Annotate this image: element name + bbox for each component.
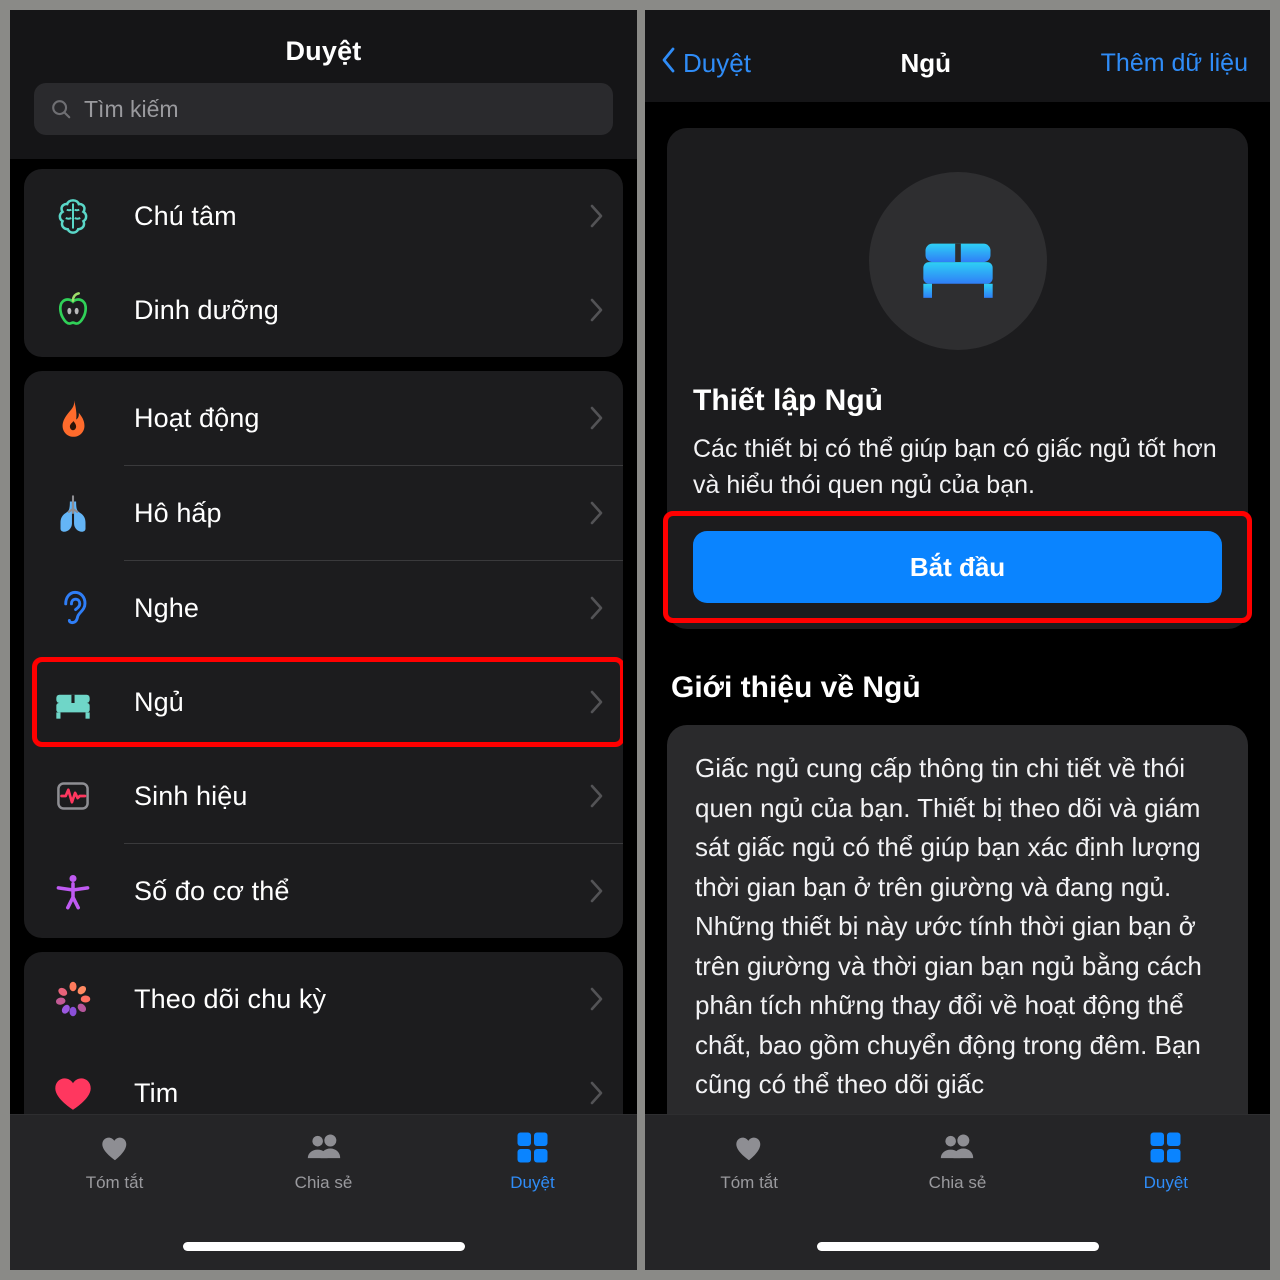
add-data-button[interactable]: Thêm dữ liệu xyxy=(1101,49,1248,78)
heart-icon xyxy=(732,1129,766,1165)
search-placeholder: Tìm kiếm xyxy=(84,95,179,122)
tab-label: Chia sẻ xyxy=(928,1173,987,1192)
search-container: Tìm kiếm xyxy=(10,83,637,159)
list-item-label: Sinh hiệu xyxy=(134,780,248,811)
back-button-label: Duyệt xyxy=(683,47,751,78)
tab-duyet[interactable]: Duyệt xyxy=(428,1129,637,1193)
chevron-right-icon xyxy=(589,297,605,323)
list-group: Theo dõi chu kỳ Tim xyxy=(24,952,623,1114)
home-indicator[interactable] xyxy=(816,1242,1099,1251)
sleep-content-scroll[interactable]: Thiết lập Ngủ Các thiết bị có thể giúp b… xyxy=(645,102,1270,1114)
people-icon xyxy=(937,1129,977,1165)
ear-icon xyxy=(48,583,98,633)
page-title: Duyệt xyxy=(285,36,362,66)
chevron-left-icon xyxy=(661,46,677,81)
list-item-ngu[interactable]: Ngủ xyxy=(24,655,623,749)
list-item-chu-tam[interactable]: Chú tâm xyxy=(24,169,623,263)
right-phone-panel: Duyệt Ngủ Thêm dữ liệu Thiết lập Ngủ Các… xyxy=(645,10,1270,1270)
chevron-right-icon xyxy=(589,986,605,1012)
tab-label: Tóm tắt xyxy=(85,1173,144,1192)
setup-title: Thiết lập Ngủ xyxy=(693,384,883,417)
chevron-right-icon xyxy=(589,689,605,715)
list-item-tim[interactable]: Tim xyxy=(24,1046,623,1114)
apple-icon xyxy=(48,285,98,335)
chevron-right-icon xyxy=(589,878,605,904)
screenshot-stage: Duyệt Tìm kiếm Chú tâm Dinh dưỡng Hoạt đ… xyxy=(0,0,1280,1280)
list-item-so-do-co-the[interactable]: Số đo cơ thể xyxy=(24,844,623,938)
list-item-ho-hap[interactable]: Hô hấp xyxy=(24,466,623,560)
tab-label: Duyệt xyxy=(510,1173,555,1192)
right-navigation-bar: Duyệt Ngủ Thêm dữ liệu xyxy=(645,10,1270,102)
search-icon xyxy=(50,98,72,120)
people-icon xyxy=(304,1129,344,1165)
get-started-button[interactable]: Bắt đầu xyxy=(693,531,1222,603)
back-button[interactable]: Duyệt xyxy=(661,46,751,81)
brain-icon xyxy=(48,191,98,241)
right-tab-bar: Tóm tắt Chia sẻ Duyệt xyxy=(645,1114,1270,1232)
list-group: Hoạt động Hô hấp Nghe Ngủ Sinh hiệu Số đ… xyxy=(24,371,623,938)
bed-icon xyxy=(48,677,98,727)
lungs-icon xyxy=(48,488,98,538)
about-body-text: Giấc ngủ cung cấp thông tin chi tiết về … xyxy=(695,753,1202,1100)
chevron-right-icon xyxy=(589,1080,605,1106)
list-item-label: Ngủ xyxy=(134,686,184,717)
list-item-label: Tim xyxy=(134,1077,179,1108)
body-measure-icon xyxy=(48,866,98,916)
chevron-right-icon xyxy=(589,595,605,621)
list-item-theo-doi-chu-ky[interactable]: Theo dõi chu kỳ xyxy=(24,952,623,1046)
list-item-label: Số đo cơ thể xyxy=(134,875,290,906)
vitals-icon xyxy=(48,771,98,821)
tab-chia-se[interactable]: Chia sẻ xyxy=(853,1129,1061,1193)
heart-icon xyxy=(48,1068,98,1114)
list-item-hoat-dong[interactable]: Hoạt động xyxy=(24,371,623,465)
sleep-detail-screen: Duyệt Ngủ Thêm dữ liệu Thiết lập Ngủ Các… xyxy=(645,10,1270,1270)
list-item-label: Hô hấp xyxy=(134,497,222,528)
tab-label: Chia sẻ xyxy=(294,1173,353,1192)
list-item-label: Theo dõi chu kỳ xyxy=(134,983,327,1014)
list-item-label: Dinh dưỡng xyxy=(134,294,279,325)
about-card: Giấc ngủ cung cấp thông tin chi tiết về … xyxy=(667,725,1248,1114)
tab-duyet[interactable]: Duyệt xyxy=(1062,1129,1270,1193)
list-item-label: Chú tâm xyxy=(134,200,237,231)
bed-icon-circle xyxy=(868,172,1047,350)
bed-icon xyxy=(922,243,993,298)
left-phone-panel: Duyệt Tìm kiếm Chú tâm Dinh dưỡng Hoạt đ… xyxy=(10,10,637,1270)
left-tab-bar: Tóm tắt Chia sẻ Duyệt xyxy=(10,1114,637,1232)
cta-highlight-wrapper: Bắt đầu xyxy=(663,511,1252,629)
browse-list-scroll[interactable]: Chú tâm Dinh dưỡng Hoạt động Hô hấp Nghe… xyxy=(10,159,637,1114)
setup-description: Các thiết bị có thể giúp bạn có giấc ngủ… xyxy=(693,435,1217,499)
list-item-nghe[interactable]: Nghe xyxy=(24,561,623,655)
list-item-sinh-hieu[interactable]: Sinh hiệu xyxy=(24,749,623,843)
chevron-right-icon xyxy=(589,203,605,229)
left-navigation-bar: Duyệt Tìm kiếm xyxy=(10,10,637,159)
browse-screen: Duyệt Tìm kiếm Chú tâm Dinh dưỡng Hoạt đ… xyxy=(10,10,637,1270)
grid-icon xyxy=(516,1129,549,1165)
tab-tom-tat[interactable]: Tóm tắt xyxy=(10,1129,219,1193)
list-item-dinh-duong[interactable]: Dinh dưỡng xyxy=(24,263,623,357)
chevron-right-icon xyxy=(589,500,605,526)
list-item-label: Hoạt động xyxy=(134,402,260,433)
home-indicator-area xyxy=(10,1232,637,1270)
chevron-right-icon xyxy=(589,783,605,809)
search-input[interactable]: Tìm kiếm xyxy=(34,83,613,135)
sleep-setup-card: Thiết lập Ngủ Các thiết bị có thể giúp b… xyxy=(663,128,1252,629)
list-item-label: Nghe xyxy=(134,592,199,623)
about-heading: Giới thiệu về Ngủ xyxy=(671,671,921,704)
tab-label: Tóm tắt xyxy=(720,1173,778,1192)
tab-label: Duyệt xyxy=(1143,1173,1189,1192)
tab-chia-se[interactable]: Chia sẻ xyxy=(219,1129,428,1193)
cycle-tracking-icon xyxy=(48,974,98,1024)
heart-icon xyxy=(98,1129,132,1165)
home-indicator-area xyxy=(645,1232,1270,1270)
chevron-right-icon xyxy=(589,405,605,431)
flame-icon xyxy=(48,393,98,443)
list-group: Chú tâm Dinh dưỡng xyxy=(24,169,623,357)
home-indicator[interactable] xyxy=(182,1242,465,1251)
grid-icon xyxy=(1149,1129,1182,1165)
page-title: Ngủ xyxy=(900,47,952,78)
tab-tom-tat[interactable]: Tóm tắt xyxy=(645,1129,853,1193)
